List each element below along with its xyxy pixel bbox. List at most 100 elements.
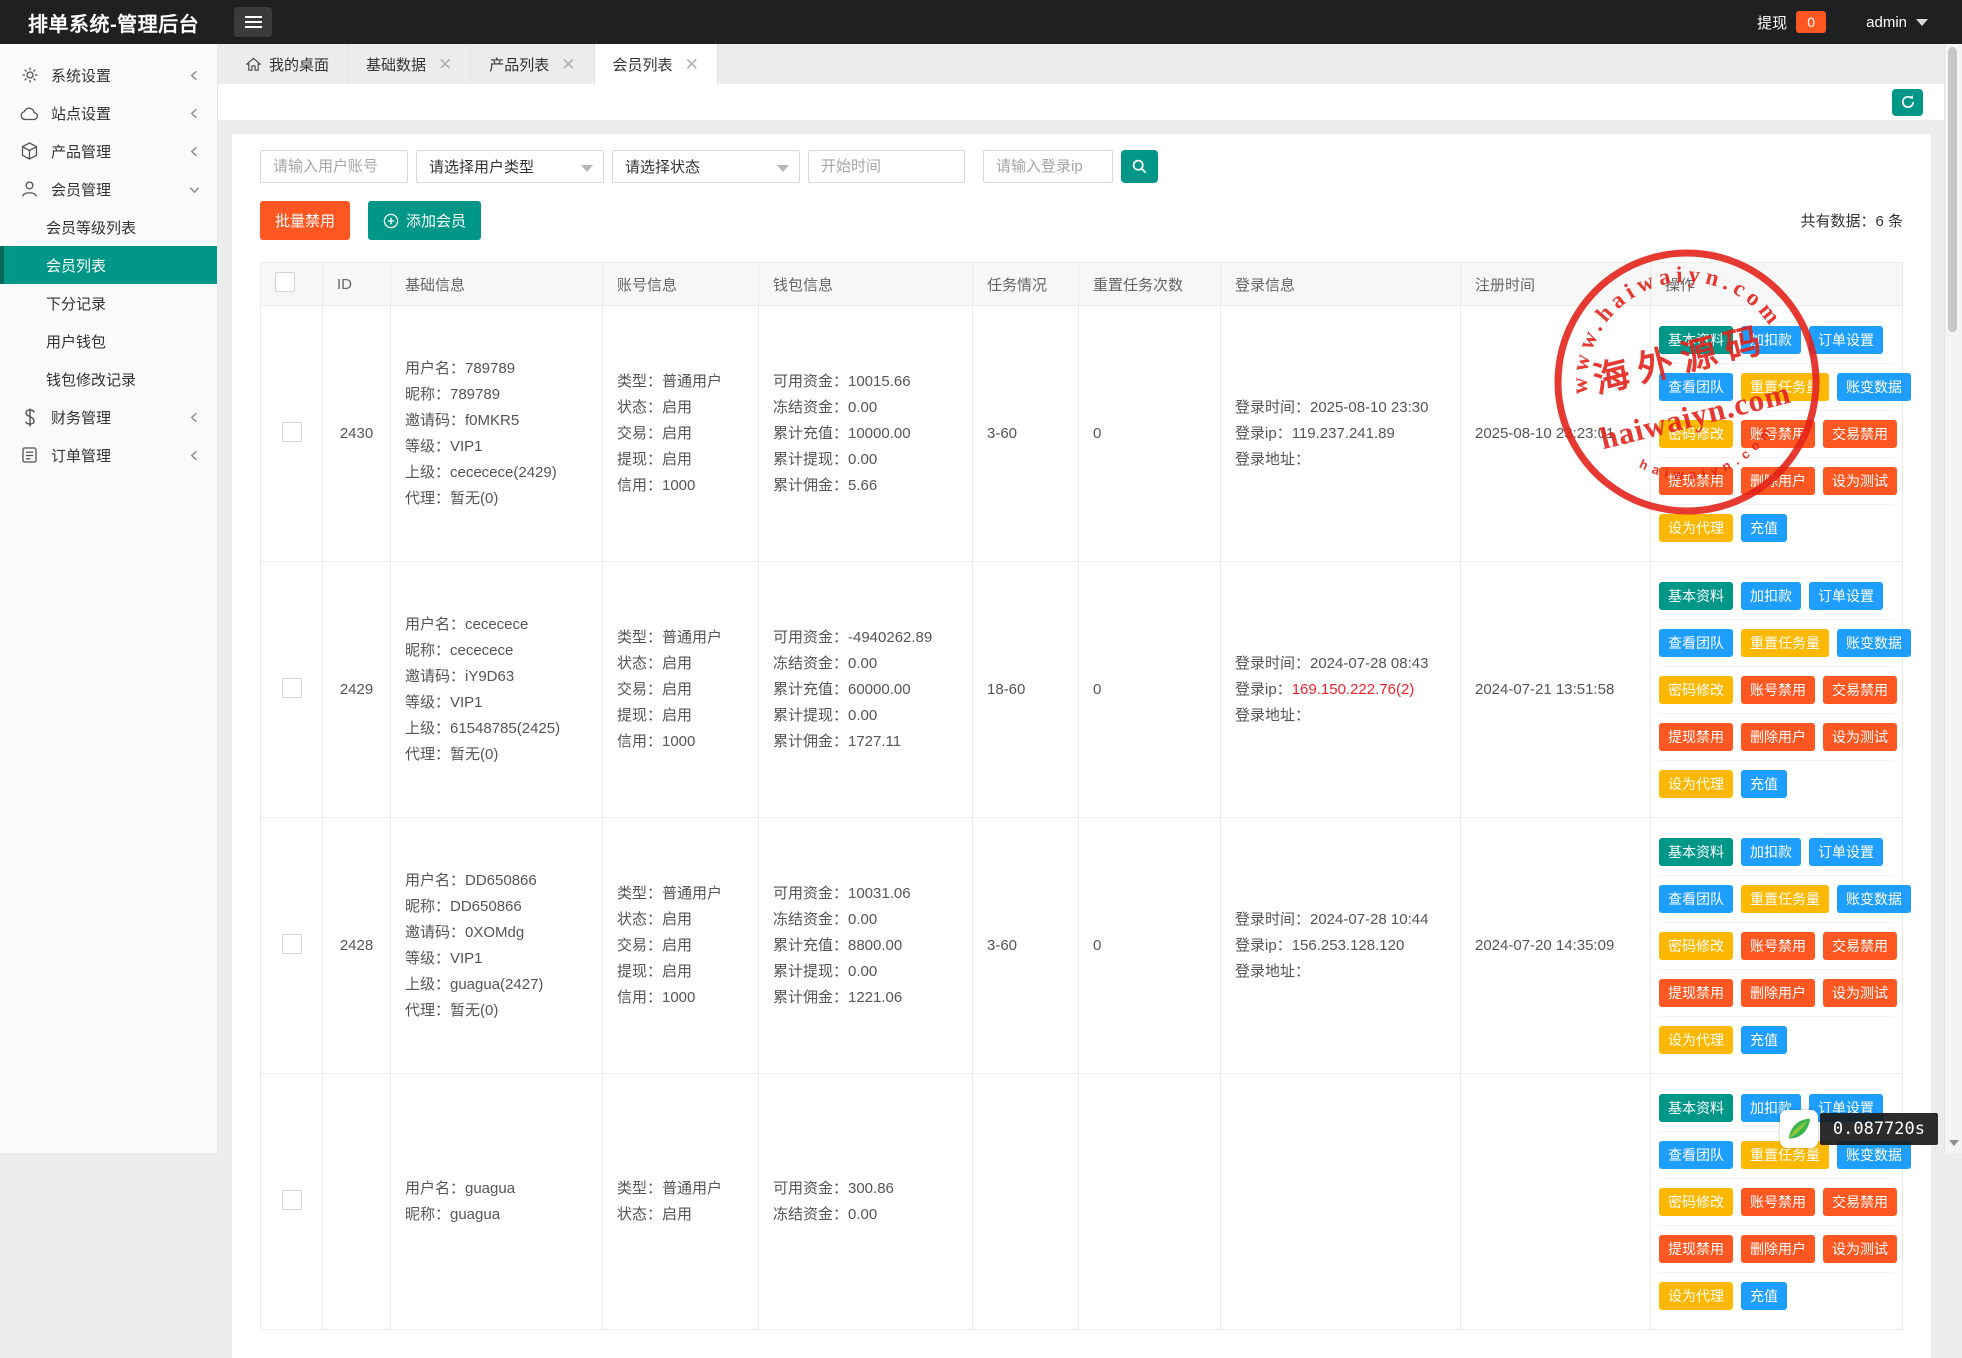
sidebar-item-withdraw-points-records[interactable]: 下分记录 [0, 284, 217, 322]
action-profile-button[interactable]: 基本资料 [1659, 326, 1733, 354]
action-order-settings-button[interactable]: 订单设置 [1809, 582, 1883, 610]
add-member-button[interactable]: 添加会员 [368, 201, 481, 240]
user-menu[interactable]: admin [1866, 14, 1928, 31]
sidebar-item-user-wallet[interactable]: 用户钱包 [0, 322, 217, 360]
login-ip-input[interactable] [983, 150, 1113, 183]
sidebar-item-order-management[interactable]: 订单管理 [0, 436, 217, 474]
select-all-checkbox[interactable] [275, 272, 295, 292]
action-adjust-balance-button[interactable]: 加扣款 [1741, 582, 1801, 610]
hamburger-icon [245, 21, 262, 23]
row-checkbox[interactable] [282, 1190, 302, 1210]
action-set-test-button[interactable]: 设为测试 [1823, 979, 1897, 1007]
login-ip-value: 156.253.128.120 [1292, 937, 1405, 954]
action-recharge-button[interactable]: 充值 [1741, 770, 1787, 798]
sidebar-item-system-settings[interactable]: 系统设置 [0, 56, 217, 94]
action-button-group: 提现禁用删除用户设为测试 [1659, 970, 1894, 1017]
tab-product-list[interactable]: 产品列表 ✕ [471, 44, 594, 84]
action-disable-withdraw-button[interactable]: 提现禁用 [1659, 979, 1733, 1007]
row-checkbox[interactable] [282, 422, 302, 442]
action-disable-withdraw-button[interactable]: 提现禁用 [1659, 467, 1733, 495]
tab-my-desktop[interactable]: 我的桌面 [228, 44, 348, 84]
action-disable-trade-button[interactable]: 交易禁用 [1823, 932, 1897, 960]
action-profile-button[interactable]: 基本资料 [1659, 1094, 1733, 1122]
action-disable-trade-button[interactable]: 交易禁用 [1823, 420, 1897, 448]
app-header: 排单系统-管理后台 提现 0 admin [0, 0, 1962, 44]
action-reset-tasks-button[interactable]: 重置任务量 [1741, 629, 1829, 657]
withdraw-link[interactable]: 提现 0 [1757, 11, 1826, 33]
action-disable-account-button[interactable]: 账号禁用 [1741, 1188, 1815, 1216]
scrollbar-down-arrow[interactable] [1945, 1136, 1962, 1150]
action-disable-account-button[interactable]: 账号禁用 [1741, 676, 1815, 704]
action-reset-tasks-button[interactable]: 重置任务量 [1741, 373, 1829, 401]
action-recharge-button[interactable]: 充值 [1741, 1026, 1787, 1054]
action-disable-account-button[interactable]: 账号禁用 [1741, 420, 1815, 448]
action-set-agent-button[interactable]: 设为代理 [1659, 1282, 1733, 1310]
thinkphp-logo[interactable] [1780, 1110, 1818, 1148]
action-set-test-button[interactable]: 设为测试 [1823, 723, 1897, 751]
action-set-agent-button[interactable]: 设为代理 [1659, 514, 1733, 542]
action-delete-user-button[interactable]: 删除用户 [1741, 979, 1815, 1007]
sidebar-item-member-management[interactable]: 会员管理 [0, 170, 217, 208]
action-delete-user-button[interactable]: 删除用户 [1741, 723, 1815, 751]
tab-close-icon[interactable]: ✕ [561, 56, 575, 73]
action-adjust-balance-button[interactable]: 加扣款 [1741, 838, 1801, 866]
action-change-password-button[interactable]: 密码修改 [1659, 676, 1733, 704]
row-checkbox[interactable] [282, 678, 302, 698]
action-disable-withdraw-button[interactable]: 提现禁用 [1659, 723, 1733, 751]
action-set-test-button[interactable]: 设为测试 [1823, 1235, 1897, 1263]
scrollbar-thumb[interactable] [1948, 47, 1957, 332]
refresh-button[interactable] [1892, 89, 1923, 116]
sidebar-item-member-list[interactable]: 会员列表 [0, 246, 217, 284]
info-line: 交易：启用 [617, 933, 744, 959]
sidebar-item-product-management[interactable]: 产品管理 [0, 132, 217, 170]
action-disable-account-button[interactable]: 账号禁用 [1741, 932, 1815, 960]
action-disable-trade-button[interactable]: 交易禁用 [1823, 1188, 1897, 1216]
action-disable-trade-button[interactable]: 交易禁用 [1823, 676, 1897, 704]
start-time-input[interactable] [808, 150, 965, 183]
action-account-changes-button[interactable]: 账变数据 [1837, 373, 1911, 401]
user-type-select[interactable]: 请选择用户类型 [416, 150, 604, 183]
action-profile-button[interactable]: 基本资料 [1659, 582, 1733, 610]
filter-bar: 请选择用户类型 请选择状态 [260, 150, 1903, 183]
hamburger-menu-button[interactable] [234, 7, 272, 37]
action-order-settings-button[interactable]: 订单设置 [1809, 326, 1883, 354]
tab-basic-data[interactable]: 基础数据 ✕ [348, 44, 471, 84]
action-profile-button[interactable]: 基本资料 [1659, 838, 1733, 866]
tab-close-icon[interactable]: ✕ [438, 56, 452, 73]
action-account-changes-button[interactable]: 账变数据 [1837, 629, 1911, 657]
info-line: 等级：VIP1 [405, 946, 588, 972]
action-view-team-button[interactable]: 查看团队 [1659, 885, 1733, 913]
action-set-test-button[interactable]: 设为测试 [1823, 467, 1897, 495]
action-view-team-button[interactable]: 查看团队 [1659, 1141, 1733, 1169]
row-checkbox[interactable] [282, 934, 302, 954]
action-view-team-button[interactable]: 查看团队 [1659, 629, 1733, 657]
action-reset-tasks-button[interactable]: 重置任务量 [1741, 885, 1829, 913]
sidebar-item-label: 产品管理 [51, 141, 188, 162]
account-search-input[interactable] [260, 150, 408, 183]
basic-info-cell: 用户名：DD650866昵称：DD650866邀请码：0XOMdg等级：VIP1… [391, 818, 603, 1074]
sidebar-item-wallet-change-records[interactable]: 钱包修改记录 [0, 360, 217, 398]
sidebar-item-finance-management[interactable]: 财务管理 [0, 398, 217, 436]
action-disable-withdraw-button[interactable]: 提现禁用 [1659, 1235, 1733, 1263]
action-delete-user-button[interactable]: 删除用户 [1741, 1235, 1815, 1263]
tab-close-icon[interactable]: ✕ [685, 56, 699, 73]
action-delete-user-button[interactable]: 删除用户 [1741, 467, 1815, 495]
info-line: 类型：普通用户 [617, 625, 744, 651]
action-order-settings-button[interactable]: 订单设置 [1809, 838, 1883, 866]
sidebar-item-member-level-list[interactable]: 会员等级列表 [0, 208, 217, 246]
batch-disable-button[interactable]: 批量禁用 [260, 201, 350, 240]
action-adjust-balance-button[interactable]: 加扣款 [1741, 326, 1801, 354]
action-recharge-button[interactable]: 充值 [1741, 1282, 1787, 1310]
action-change-password-button[interactable]: 密码修改 [1659, 932, 1733, 960]
action-view-team-button[interactable]: 查看团队 [1659, 373, 1733, 401]
sidebar-item-site-settings[interactable]: 站点设置 [0, 94, 217, 132]
action-account-changes-button[interactable]: 账变数据 [1837, 885, 1911, 913]
tab-member-list[interactable]: 会员列表 ✕ [595, 44, 718, 84]
search-button[interactable] [1121, 150, 1158, 183]
action-recharge-button[interactable]: 充值 [1741, 514, 1787, 542]
action-change-password-button[interactable]: 密码修改 [1659, 420, 1733, 448]
action-set-agent-button[interactable]: 设为代理 [1659, 770, 1733, 798]
action-set-agent-button[interactable]: 设为代理 [1659, 1026, 1733, 1054]
action-change-password-button[interactable]: 密码修改 [1659, 1188, 1733, 1216]
status-select[interactable]: 请选择状态 [612, 150, 800, 183]
